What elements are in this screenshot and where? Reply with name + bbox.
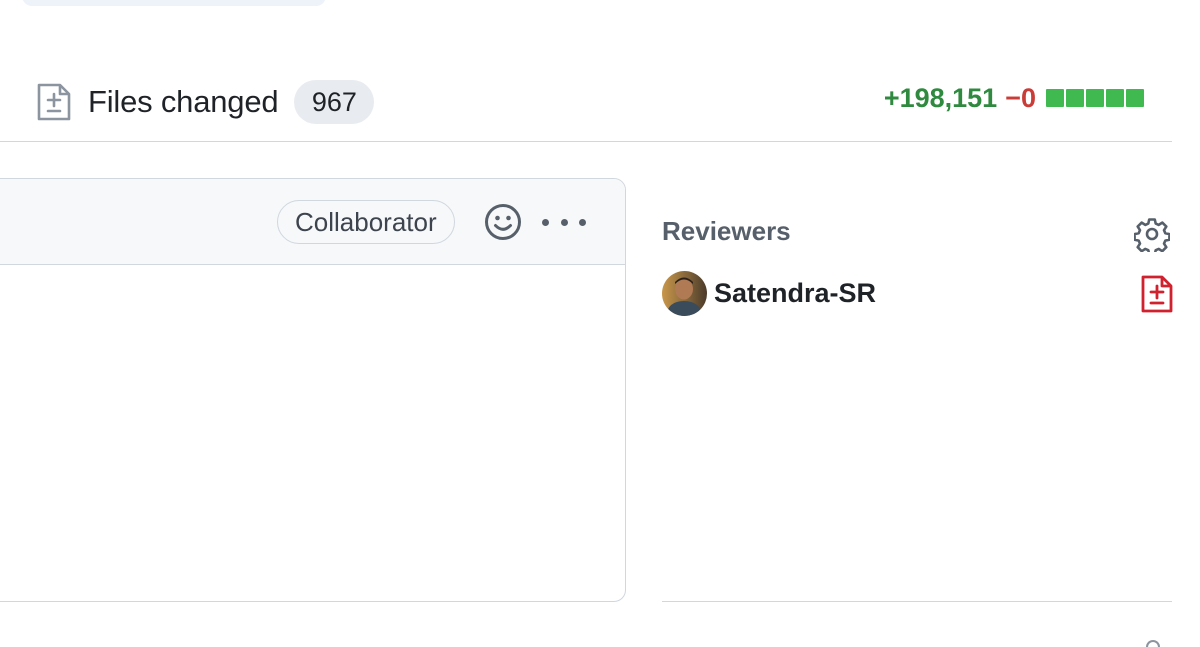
diffstat-blocks: [1044, 89, 1144, 107]
diffstat-block-added: [1106, 89, 1124, 107]
diffstat-block-added: [1126, 89, 1144, 107]
collaborator-badge: Collaborator: [277, 200, 455, 244]
kebab-horizontal-icon[interactable]: [542, 205, 586, 239]
files-count-badge: 967: [294, 80, 375, 124]
diffstat-block-added: [1046, 89, 1064, 107]
file-diff-icon: [1141, 275, 1173, 313]
avatar[interactable]: [662, 270, 707, 316]
additions-count: +198,151: [883, 82, 998, 113]
comment-header: Collaborator: [0, 179, 625, 265]
diffstat-block-added: [1086, 89, 1104, 107]
reviewer-name[interactable]: Satendra-SR: [714, 278, 876, 309]
tab-label: Files changed: [88, 84, 279, 119]
smiley-icon[interactable]: [484, 203, 522, 241]
tab-files-changed[interactable]: Files changed 967: [36, 79, 375, 125]
gear-icon[interactable]: [1134, 216, 1170, 252]
file-diff-icon: [37, 83, 71, 121]
sidebar-divider: [662, 601, 1172, 602]
partial-icon: [1146, 640, 1160, 647]
comment-box: Collaborator: [0, 178, 626, 602]
top-pill: [22, 0, 326, 6]
diffstat-block-added: [1066, 89, 1084, 107]
kebab-dot: [542, 218, 549, 226]
tab-row: Files changed 967 +198,151 −0: [0, 70, 1172, 142]
reviewer-item: Satendra-SR: [662, 270, 876, 316]
reviewers-heading[interactable]: Reviewers: [662, 216, 791, 247]
diffstat: +198,151 −0: [884, 80, 1144, 116]
kebab-dot: [560, 218, 568, 226]
kebab-dot: [579, 218, 586, 226]
deletions-count: −0: [1005, 82, 1036, 113]
